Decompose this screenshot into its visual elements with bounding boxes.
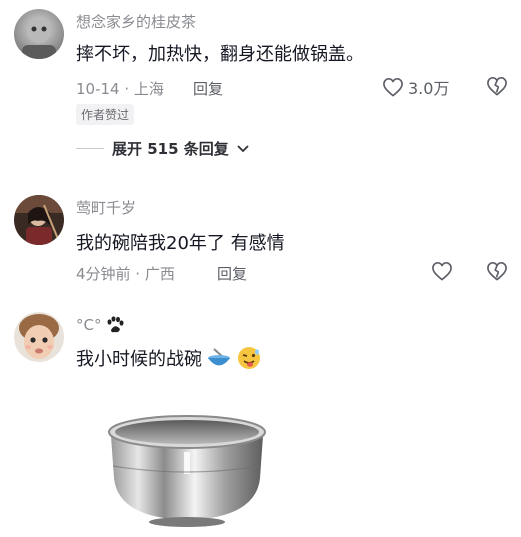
face-emoji-icon (238, 347, 260, 369)
paw-icon (107, 316, 124, 333)
bowl-emoji-icon (208, 348, 230, 366)
time-location: 4分钟前 · 广西 (76, 265, 175, 283)
expand-replies-label: 展开 515 条回复 (112, 140, 229, 158)
divider-line (76, 148, 104, 149)
reply-button[interactable]: 回复 (217, 263, 247, 284)
comment-text-row: 我小时候的战碗 (76, 345, 262, 371)
broken-heart-icon (487, 77, 507, 96)
reply-button[interactable]: 回复 (193, 78, 223, 99)
comment-text: 摔不坏，加热快，翻身还能做锅盖。 (76, 44, 364, 65)
comment-text: 我小时候的战碗 (76, 349, 202, 370)
heart-icon (432, 262, 452, 281)
username[interactable]: 想念家乡的桂皮茶 (76, 11, 196, 32)
avatar[interactable] (14, 312, 64, 362)
broken-heart-icon (487, 262, 507, 281)
username: °C° (76, 316, 102, 334)
username[interactable]: 莺町千岁 (76, 197, 136, 218)
like-count: 3.0万 (408, 79, 450, 98)
time-location: 10-14 · 上海 (76, 80, 164, 98)
chevron-down-icon (237, 144, 249, 152)
heart-icon (383, 78, 403, 97)
comment-text: 我的碗陪我20年了 有感情 (76, 233, 285, 254)
avatar[interactable] (14, 9, 64, 59)
comment-image[interactable] (76, 386, 298, 533)
dislike-button[interactable] (486, 76, 508, 100)
username-row[interactable]: °C° (76, 315, 125, 335)
like-button[interactable]: 3.0万 (382, 75, 449, 99)
avatar[interactable] (14, 195, 64, 245)
expand-replies-button[interactable]: 展开 515 条回复 (76, 138, 249, 159)
author-liked-badge: 作者赞过 (76, 104, 135, 125)
steel-bowl-image (108, 415, 266, 527)
dislike-button[interactable] (486, 261, 508, 285)
like-button[interactable] (431, 261, 453, 281)
